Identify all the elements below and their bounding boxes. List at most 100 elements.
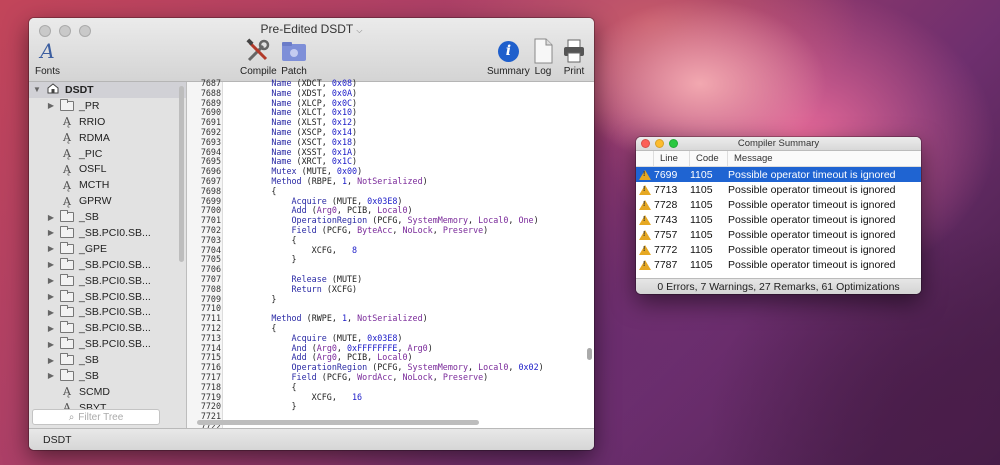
summary-table-header: Line Code Message (636, 151, 921, 167)
tree-item[interactable]: ▶ _SB (29, 368, 186, 384)
tree-item[interactable]: Ą RRIO (29, 114, 186, 130)
folder-icon (60, 321, 74, 334)
summary-line: 7728 (654, 198, 678, 211)
tree-item[interactable]: ▶ _SB.PCI0.SB... (29, 304, 186, 320)
tree-item[interactable]: ▶ _SB (29, 209, 186, 225)
tree-item[interactable]: Ą _PIC (29, 146, 186, 162)
patch-icon (281, 38, 307, 64)
summary-row[interactable]: 7713 1105 Possible operator timeout is ign… (636, 182, 921, 197)
tree-item[interactable]: Ą OSFL (29, 161, 186, 177)
filter-placeholder: Filter Tree (78, 411, 124, 423)
tree-item-label: _SB (79, 369, 99, 382)
tree-sidebar[interactable]: ▼ DSDT ▶ _PR Ą RRIO Ą RDMA Ą _PIC Ą OSFL Ą MCTH Ą GPRW ▶… (29, 82, 187, 428)
warning-icon (639, 259, 651, 270)
tree-item[interactable]: Ą RDMA (29, 130, 186, 146)
tree-item[interactable]: ▶ _SB.PCI0.SB... (29, 320, 186, 336)
tree-item[interactable]: ▶ _SB.PCI0.SB... (29, 257, 186, 273)
method-icon: Ą (63, 147, 71, 160)
chevron-down-icon: ⌵ (356, 26, 363, 35)
tree-item-label: _SB.PCI0.SB... (79, 290, 151, 303)
folder-icon (60, 353, 74, 366)
tree-item[interactable]: ▼ DSDT (29, 82, 186, 98)
line-column-header[interactable]: Line (654, 151, 690, 166)
warning-icon (639, 199, 651, 210)
disclosure-triangle-icon[interactable]: ▶ (46, 356, 56, 365)
disclosure-triangle-icon[interactable]: ▶ (46, 308, 56, 317)
log-button[interactable]: Log (532, 38, 554, 77)
disclosure-triangle-icon[interactable]: ▶ (46, 276, 56, 285)
disclosure-triangle-icon[interactable]: ▶ (46, 213, 56, 222)
tree-item[interactable]: Ą GPRW (29, 193, 186, 209)
disclosure-triangle-icon[interactable]: ▶ (46, 324, 56, 333)
tree-item[interactable]: ▶ _PR (29, 98, 186, 114)
message-column-header[interactable]: Message (728, 151, 921, 166)
status-bar: DSDT (29, 428, 594, 450)
disclosure-triangle-icon[interactable]: ▼ (32, 85, 42, 94)
method-icon: Ą (63, 385, 71, 399)
folder-icon (60, 368, 74, 381)
summary-code: 1105 (690, 168, 713, 181)
method-icon: Ą (63, 131, 71, 145)
tree-item[interactable]: Ą SCMD (29, 384, 186, 400)
code-column-header[interactable]: Code (690, 151, 728, 166)
window-title[interactable]: Pre-Edited DSDT ⌵ (29, 22, 594, 36)
tree-item[interactable]: ▶ _SB.PCI0.SB... (29, 225, 186, 241)
summary-line: 7757 (654, 228, 678, 241)
tree-item[interactable]: ▶ _GPE (29, 241, 186, 257)
summary-row[interactable]: 7728 1105 Possible operator timeout is ign… (636, 197, 921, 212)
patch-label: Patch (281, 66, 307, 77)
tree-item-label: _PIC (79, 147, 103, 160)
disclosure-triangle-icon[interactable]: ▶ (46, 244, 56, 253)
warning-icon (639, 214, 651, 225)
summary-line: 7772 (654, 243, 678, 256)
warning-cell (636, 184, 654, 195)
disclosure-triangle-icon[interactable]: ▶ (46, 260, 56, 269)
summary-row[interactable]: 7699 1105 Possible operator timeout is ign… (636, 167, 921, 182)
icon-column-header[interactable] (636, 151, 654, 166)
tree-item[interactable]: ▶ _SB.PCI0.SB... (29, 289, 186, 305)
warning-cell (636, 259, 654, 270)
summary-row[interactable]: 7772 1105 Possible operator timeout is ign… (636, 242, 921, 257)
compiler-summary-window: Compiler Summary Line Code Message 7699 1… (636, 137, 921, 294)
summary-code: 1105 (690, 243, 713, 256)
fonts-button[interactable]: A Fonts (35, 38, 60, 77)
tree-item-label: _SB (79, 211, 99, 224)
code-text: } (231, 401, 297, 412)
fonts-icon: A (40, 39, 55, 63)
editor-scrollbar[interactable] (587, 348, 592, 360)
warning-cell (636, 229, 654, 240)
compile-button[interactable]: Compile (240, 38, 277, 77)
warning-cell (636, 214, 654, 225)
tree-item-label: SCMD (79, 385, 110, 398)
summary-row[interactable]: 7757 1105 Possible operator timeout is ign… (636, 227, 921, 242)
summary-title: Compiler Summary (737, 138, 820, 149)
warning-icon (639, 244, 651, 255)
summary-row[interactable]: 7787 1105 Possible operator timeout is ign… (636, 257, 921, 272)
disclosure-triangle-icon[interactable]: ▶ (46, 371, 56, 380)
tree-item-label: RDMA (79, 131, 110, 144)
disclosure-triangle-icon[interactable]: ▶ (46, 340, 56, 349)
summary-titlebar: Compiler Summary (636, 137, 921, 151)
code-editor[interactable]: 7687 Name (XDCT, 0x08) 7688 Name (XDST, 0… (187, 78, 594, 431)
tree-item-label: DSDT (65, 83, 94, 96)
tree-item[interactable]: ▶ _SB.PCI0.SB... (29, 336, 186, 352)
summary-row[interactable]: 7743 1105 Possible operator timeout is ign… (636, 212, 921, 227)
tree-item[interactable]: ▶ _SB (29, 352, 186, 368)
disclosure-triangle-icon[interactable]: ▶ (46, 101, 56, 110)
summary-counts: 0 Errors, 7 Warnings, 27 Remarks, 61 Opt… (657, 280, 900, 293)
summary-button[interactable]: i Summary (487, 38, 530, 77)
tree-item[interactable]: Ą MCTH (29, 177, 186, 193)
disclosure-triangle-icon[interactable]: ▶ (46, 228, 56, 237)
disclosure-triangle-icon[interactable]: ▶ (46, 292, 56, 301)
filter-tree-field[interactable]: ⌕ Filter Tree (32, 409, 160, 425)
tree-item[interactable]: ▶ _SB.PCI0.SB... (29, 273, 186, 289)
tree-item-label: _SB.PCI0.SB... (79, 306, 151, 319)
sidebar-scrollbar[interactable] (179, 86, 184, 262)
print-button[interactable]: Print (563, 38, 585, 77)
code-text: } (231, 254, 297, 265)
main-window: Pre-Edited DSDT ⌵ A Fonts Compile Patch … (29, 18, 594, 450)
horizontal-scrollbar[interactable] (197, 420, 479, 425)
patch-button[interactable]: Patch (281, 38, 307, 77)
summary-line: 7743 (654, 213, 678, 226)
folder-icon (60, 289, 74, 302)
